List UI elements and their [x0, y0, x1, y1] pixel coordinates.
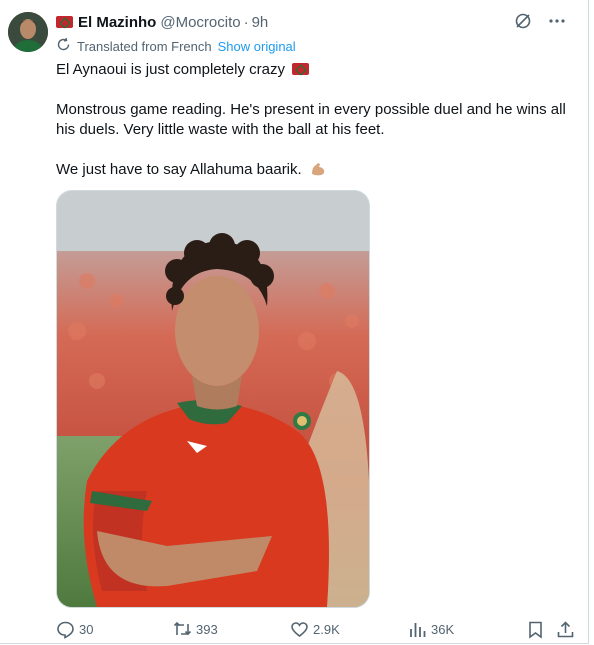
share-icon — [556, 620, 575, 639]
bookmark-icon — [526, 620, 545, 639]
views-button[interactable]: 36K — [408, 620, 454, 639]
repost-count: 393 — [196, 622, 218, 637]
tweet-actions: 30 393 2.9K 36K — [56, 620, 576, 642]
like-button[interactable]: 2.9K — [290, 620, 340, 639]
tweet-header: El Mazinho @Mocrocito · 9h — [56, 12, 268, 32]
tweet-line-1-text: El Aynaoui is just completely crazy — [56, 61, 285, 78]
translation-label: Translated from French — [77, 38, 212, 54]
tweet-card: El Mazinho @Mocrocito · 9h Translated fr… — [0, 0, 589, 644]
tweet-line-3: We just have to say Allahuma baarik. — [56, 160, 566, 183]
view-count: 36K — [431, 622, 455, 637]
like-count: 2.9K — [313, 622, 340, 637]
tweet-line-3-text: We just have to say Allahuma baarik. — [56, 161, 302, 178]
author-name[interactable]: El Mazinho — [78, 14, 156, 31]
grok-icon[interactable] — [514, 12, 532, 35]
like-icon — [290, 620, 309, 639]
show-original-link[interactable]: Show original — [218, 39, 296, 54]
repost-button[interactable]: 393 — [173, 620, 218, 639]
tweet-line-1: El Aynaoui is just completely crazy — [56, 60, 566, 80]
translate-icon — [56, 37, 71, 55]
avatar[interactable] — [8, 12, 48, 52]
bookmark-button[interactable] — [526, 620, 545, 639]
tweet-text: El Aynaoui is just completely crazy Mons… — [56, 60, 566, 183]
post-time[interactable]: 9h — [252, 14, 269, 31]
more-icon[interactable] — [548, 12, 566, 35]
author-handle[interactable]: @Mocrocito — [160, 14, 240, 31]
reply-button[interactable]: 30 — [56, 620, 93, 639]
translation-notice: Translated from French Show original — [56, 37, 296, 55]
header-actions — [514, 12, 566, 35]
tweet-photo[interactable] — [56, 190, 370, 608]
tweet-line-2: Monstrous game reading. He's present in … — [56, 101, 566, 138]
reply-count: 30 — [79, 622, 94, 637]
views-icon — [408, 620, 427, 639]
repost-icon — [173, 620, 192, 639]
flag-morocco-icon — [292, 63, 310, 75]
separator-dot: · — [243, 13, 249, 31]
share-button[interactable] — [556, 620, 575, 639]
reply-icon — [56, 620, 75, 639]
flexed-biceps-emoji — [310, 161, 326, 183]
flag-morocco-icon — [56, 16, 73, 28]
